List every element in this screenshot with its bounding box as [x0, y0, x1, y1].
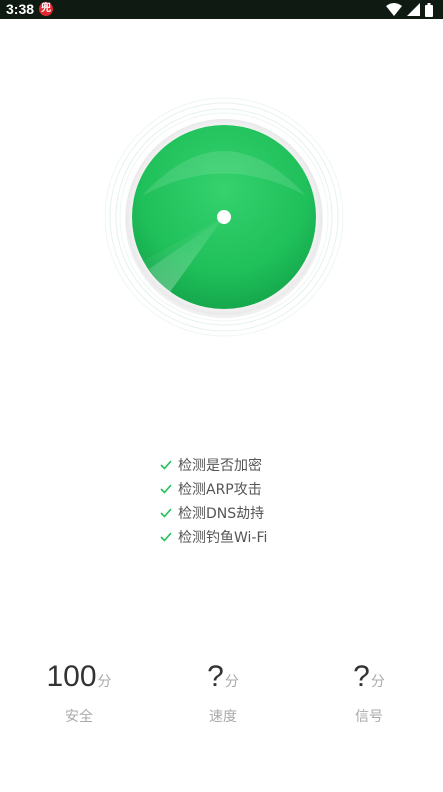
- check-icon: [160, 508, 172, 518]
- score-unit: 分: [224, 674, 239, 690]
- check-icon: [160, 484, 172, 494]
- score-value: 100: [46, 660, 97, 693]
- check-list: 检测是否加密 检测ARP攻击 检测DNS劫持 检测钓鱼Wi-Fi: [160, 453, 267, 549]
- wifi-icon: [386, 3, 402, 16]
- score-speed: ? 分 速度: [163, 660, 283, 726]
- list-item: 检测钓鱼Wi-Fi: [160, 525, 267, 549]
- score-label: 速度: [209, 709, 237, 725]
- radar-graphic: [104, 97, 344, 337]
- score-value: ?: [353, 660, 370, 693]
- check-label: 检测DNS劫持: [178, 506, 265, 522]
- check-icon: [160, 532, 172, 542]
- score-signal: ? 分 信号: [309, 660, 429, 726]
- cell-signal-icon: [407, 3, 420, 16]
- score-value: ?: [207, 660, 224, 693]
- status-icons: [386, 2, 433, 17]
- score-safety: 100 分 安全: [19, 660, 139, 726]
- check-label: 检测是否加密: [178, 458, 262, 474]
- list-item: 检测ARP攻击: [160, 477, 267, 501]
- score-label: 安全: [65, 709, 93, 725]
- list-item: 检测是否加密: [160, 453, 267, 477]
- score-label: 信号: [355, 709, 383, 725]
- status-bar: 3:38 兜: [0, 0, 443, 19]
- score-unit: 分: [97, 674, 112, 690]
- score-unit: 分: [370, 674, 385, 690]
- list-item: 检测DNS劫持: [160, 501, 267, 525]
- battery-icon: [425, 2, 433, 17]
- check-label: 检测ARP攻击: [178, 482, 262, 498]
- check-icon: [160, 460, 172, 470]
- status-time: 3:38: [6, 1, 35, 17]
- check-label: 检测钓鱼Wi-Fi: [178, 530, 268, 546]
- scan-dial: [103, 96, 345, 338]
- notification-icon: 兜: [39, 2, 53, 16]
